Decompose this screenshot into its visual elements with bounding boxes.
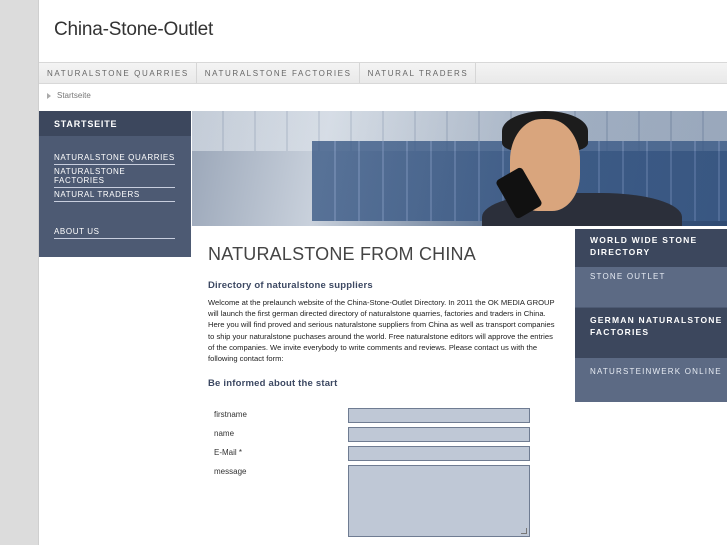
right-block-natursteinwerk[interactable]: NATURSTEINWERK ONLINE bbox=[575, 358, 727, 402]
form-heading: Be informed about the start bbox=[208, 378, 338, 390]
nav-naturalstone-factories[interactable]: NATURALSTONE FACTORIES bbox=[197, 63, 360, 83]
right-block-german-factories[interactable]: GERMAN NATURALSTONE FACTORIES bbox=[575, 308, 727, 358]
intro-paragraph: Welcome at the prelaunch website of the … bbox=[208, 298, 555, 364]
right-sidebar: WORLD WIDE STONE DIRECTORY STONE OUTLET … bbox=[575, 229, 727, 402]
email-input[interactable] bbox=[348, 446, 530, 461]
sidebar-menu: NATURALSTONE QUARRIES NATURALSTONE FACTO… bbox=[39, 136, 191, 239]
section-subheading: Directory of naturalstone suppliers bbox=[208, 280, 373, 291]
sidebar-item-quarries[interactable]: NATURALSTONE QUARRIES bbox=[54, 152, 175, 165]
right-block-stone-outlet[interactable]: STONE OUTLET bbox=[575, 267, 727, 308]
page-container: China-Stone-Outlet NATURALSTONE QUARRIES… bbox=[38, 0, 727, 545]
sidebar-item-about-us[interactable]: ABOUT US bbox=[54, 226, 175, 239]
message-textarea[interactable] bbox=[348, 465, 530, 537]
page-title: NATURALSTONE FROM CHINA bbox=[208, 244, 476, 264]
right-block-world-wide-directory[interactable]: WORLD WIDE STONE DIRECTORY bbox=[575, 229, 727, 267]
sidebar-item-factories[interactable]: NATURALSTONE FACTORIES bbox=[54, 166, 175, 188]
firstname-input[interactable] bbox=[348, 408, 530, 423]
breadcrumb-arrow-icon bbox=[47, 92, 51, 99]
breadcrumb: Startseite bbox=[47, 91, 91, 100]
sidebar-item-traders[interactable]: NATURAL TRADERS bbox=[54, 189, 175, 202]
form-row-email: E-Mail * bbox=[208, 444, 538, 463]
form-row-firstname: firstname bbox=[208, 406, 538, 425]
page-left-margin bbox=[0, 0, 38, 545]
breadcrumb-startseite[interactable]: Startseite bbox=[57, 91, 91, 100]
hero-image bbox=[192, 111, 727, 226]
site-title[interactable]: China-Stone-Outlet bbox=[54, 19, 213, 41]
sidebar-heading[interactable]: STARTSEITE bbox=[39, 111, 191, 136]
resize-grip-icon[interactable] bbox=[521, 528, 527, 534]
top-navigation: NATURALSTONE QUARRIES NATURALSTONE FACTO… bbox=[39, 62, 727, 84]
name-label: name bbox=[214, 429, 235, 438]
main-content: NATURALSTONE FROM CHINA Directory of nat… bbox=[208, 244, 558, 389]
message-label: message bbox=[214, 467, 247, 476]
email-label: E-Mail * bbox=[214, 448, 243, 457]
firstname-label: firstname bbox=[214, 410, 247, 419]
form-row-name: name bbox=[208, 425, 538, 444]
contact-form: firstname name E-Mail * message bbox=[208, 406, 538, 538]
nav-naturalstone-quarries[interactable]: NATURALSTONE QUARRIES bbox=[39, 63, 197, 83]
form-row-message: message bbox=[208, 463, 538, 538]
nav-natural-traders[interactable]: NATURAL TRADERS bbox=[360, 63, 477, 83]
sidebar: STARTSEITE NATURALSTONE QUARRIES NATURAL… bbox=[39, 111, 191, 257]
name-input[interactable] bbox=[348, 427, 530, 442]
